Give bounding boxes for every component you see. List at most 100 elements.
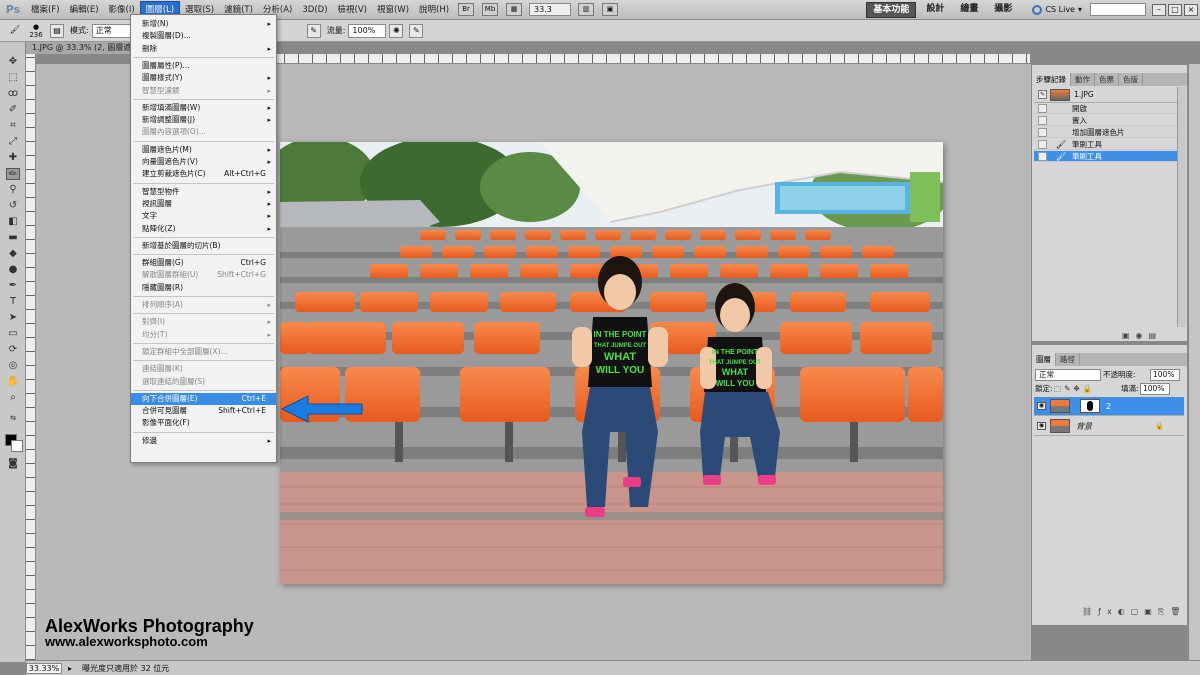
history-step[interactable]: 🖌 筆刷工具 [1034, 139, 1177, 150]
blend-mode-select[interactable]: 正常 [1035, 369, 1101, 381]
zoom-tool-icon[interactable]: ⌕ [6, 392, 20, 404]
history-tab-1[interactable]: 動作 [1071, 73, 1095, 86]
layer-menu-item[interactable]: 圖層屬性(P)... [131, 60, 276, 72]
history-source-checkbox[interactable] [1038, 128, 1047, 137]
minimize-button[interactable]: – [1152, 3, 1166, 16]
flow-input[interactable]: 100% [348, 23, 387, 38]
move-tool-icon[interactable]: ✥ [6, 56, 20, 68]
eraser-tool-icon[interactable]: ◧ [6, 216, 20, 228]
pressure-size-icon[interactable]: ✎ [409, 23, 424, 38]
layer-row[interactable]: ◉ 2 [1034, 397, 1184, 416]
history-footer-icons[interactable]: ▣◉▤ [1122, 331, 1162, 340]
layer-menu-item[interactable]: 點陣化(Z) ▸ [131, 223, 276, 235]
bridge-icon[interactable]: Br [458, 3, 475, 16]
layer-menu-item[interactable]: 影像平面化(F) [131, 417, 276, 429]
swap-colors-icon[interactable]: ⇆ [6, 412, 20, 424]
layer-menu-item[interactable]: 隱藏圖層(R) [131, 282, 276, 294]
crop-tool-icon[interactable]: ⌗ [6, 120, 20, 132]
path-select-tool-icon[interactable]: ➤ [6, 312, 20, 324]
status-zoom-input[interactable]: 33.33% [26, 662, 62, 674]
layer-menu-item[interactable]: 新增調整圖層(J) ▸ [131, 114, 276, 126]
layer-menu-item[interactable]: 圖層樣式(Y) ▸ [131, 72, 276, 84]
arrange-documents-icon[interactable]: ▥ [578, 3, 595, 16]
hand-tool-icon[interactable]: ✋ [6, 376, 20, 388]
lock-icons[interactable]: ⬚✎✥🔒 [1054, 384, 1095, 393]
visibility-eye-icon[interactable]: ◉ [1037, 422, 1046, 430]
history-step[interactable]: 增加圖層遮色片 [1034, 127, 1177, 138]
panel-dock-strip[interactable] [1188, 64, 1200, 660]
layer-menu-item[interactable]: 排列順序(A) ▸ [131, 299, 276, 311]
layer-menu-item[interactable]: 智慧型物件 ▸ [131, 186, 276, 198]
layer-menu-item[interactable]: 向下合併圖層(E) Ctrl+E [131, 392, 276, 405]
mini-bridge-icon[interactable]: Mb [482, 3, 499, 16]
workspace-button-1[interactable]: 設計 [920, 2, 950, 18]
brush-tool-icon[interactable]: ✏ [6, 168, 20, 180]
brush-preset-picker[interactable]: ● 236 [25, 23, 47, 39]
status-arrow-icon[interactable]: ▸ [68, 664, 82, 673]
layer-menu-item[interactable]: 對齊(I) ▸ [131, 316, 276, 328]
3d-rotate-tool-icon[interactable]: ⟳ [6, 344, 20, 356]
layers-footer-icons[interactable]: ⛓ƒx◐▢▣⎘🗑 [1082, 607, 1186, 617]
document-tab[interactable]: 1.JPG @ 33.3% (2, 圖層遮色片 [26, 42, 130, 54]
history-source-checkbox[interactable] [1038, 152, 1047, 161]
layer-name[interactable]: 2 [1106, 397, 1111, 416]
type-tool-icon[interactable]: T [6, 296, 20, 308]
layer-menu-item[interactable]: 向量圖遮色片(V) ▸ [131, 156, 276, 168]
menu-1[interactable]: 編輯(E) [65, 1, 104, 19]
airbrush-icon[interactable]: ✺ [389, 23, 404, 38]
layer-menu-item[interactable]: 合併可見圖層 Shift+Ctrl+E [131, 405, 276, 417]
history-tab-2[interactable]: 色票 [1095, 73, 1119, 86]
layer-menu-item[interactable]: 圖層遮色片(M) ▸ [131, 144, 276, 156]
history-brush-tool-icon[interactable]: ↺ [6, 200, 20, 212]
screen-mode-icon[interactable]: ▣ [602, 3, 619, 16]
maximize-button[interactable]: □ [1168, 3, 1182, 16]
zoom-level-select[interactable]: 33.3 [529, 3, 572, 16]
layers-tab-1[interactable]: 路徑 [1056, 353, 1080, 366]
eyedropper-tool-icon[interactable]: ⤢ [6, 136, 20, 148]
layer-menu-item[interactable]: 視訊圖層 ▸ [131, 198, 276, 210]
document-image[interactable]: IN THE POINT THAT JUMPE OUT WHAT WILL YO… [280, 142, 943, 584]
dodge-tool-icon[interactable]: ● [6, 264, 20, 276]
help-search-input[interactable] [1090, 3, 1146, 16]
history-step[interactable]: 開啟 [1034, 103, 1177, 114]
layer-mask-thumbnail[interactable] [1080, 399, 1100, 413]
quick-mask-icon[interactable]: ◙ [6, 458, 20, 470]
layer-menu-item[interactable]: 解散圖層群組(U) Shift+Ctrl+G [131, 269, 276, 281]
visibility-eye-icon[interactable]: ◉ [1037, 402, 1046, 410]
layer-menu-item[interactable]: 鎖定群組中全部圖層(X)... [131, 346, 276, 358]
history-tab-3[interactable]: 色版 [1119, 73, 1143, 86]
layer-menu-item[interactable]: 刪除 ▸ [131, 43, 276, 55]
layer-menu-item[interactable]: 圖層內容選項(O)... [131, 126, 276, 138]
layer-menu-item[interactable]: 文字 ▸ [131, 210, 276, 222]
snapshot-brush-icon[interactable]: ✎ [1038, 90, 1047, 99]
history-source-checkbox[interactable] [1038, 104, 1047, 113]
layer-menu-item[interactable]: 連結圖層(K) [131, 363, 276, 375]
workspace-button-2[interactable]: 繪畫 [954, 2, 984, 18]
workspace-button-3[interactable]: 攝影 [988, 2, 1018, 18]
layer-menu-item[interactable]: 選取連結的圖層(S) [131, 376, 276, 388]
menu-10[interactable]: 說明(H) [414, 1, 454, 19]
history-tab-0[interactable]: 步驟記錄 [1032, 73, 1071, 86]
layer-menu-item[interactable]: 新增填滿圖層(W) ▸ [131, 102, 276, 114]
layer-menu-item[interactable]: 智慧型濾鏡 ▸ [131, 85, 276, 97]
history-step[interactable]: 置入 [1034, 115, 1177, 126]
clone-stamp-tool-icon[interactable]: ⚲ [6, 184, 20, 196]
layer-menu-item[interactable]: 建立剪裁遮色片(C) Alt+Ctrl+G [131, 168, 276, 180]
brush-panel-toggle-icon[interactable]: ▤ [50, 23, 64, 38]
menu-8[interactable]: 檢視(V) [333, 1, 372, 19]
lasso-tool-icon[interactable]: ꝏ [6, 88, 20, 100]
3d-orbit-tool-icon[interactable]: ◎ [6, 360, 20, 372]
shape-tool-icon[interactable]: ▭ [6, 328, 20, 340]
history-source-checkbox[interactable] [1038, 116, 1047, 125]
marquee-tool-icon[interactable]: ⬚ [6, 72, 20, 84]
layer-menu-item[interactable]: 新增基於圖層的切片(B) [131, 240, 276, 252]
history-scrollbar[interactable] [1177, 87, 1186, 327]
blur-tool-icon[interactable]: ◆ [6, 248, 20, 260]
workspace-button-0[interactable]: 基本功能 [866, 1, 917, 18]
close-button[interactable]: × [1184, 3, 1198, 16]
quick-select-tool-icon[interactable]: ✐ [6, 104, 20, 116]
layer-name[interactable]: 背景 [1076, 417, 1092, 436]
menu-9[interactable]: 視窗(W) [372, 1, 414, 19]
healing-brush-tool-icon[interactable]: ✚ [6, 152, 20, 164]
layer-menu-item[interactable]: 修邊 ▸ [131, 435, 276, 447]
